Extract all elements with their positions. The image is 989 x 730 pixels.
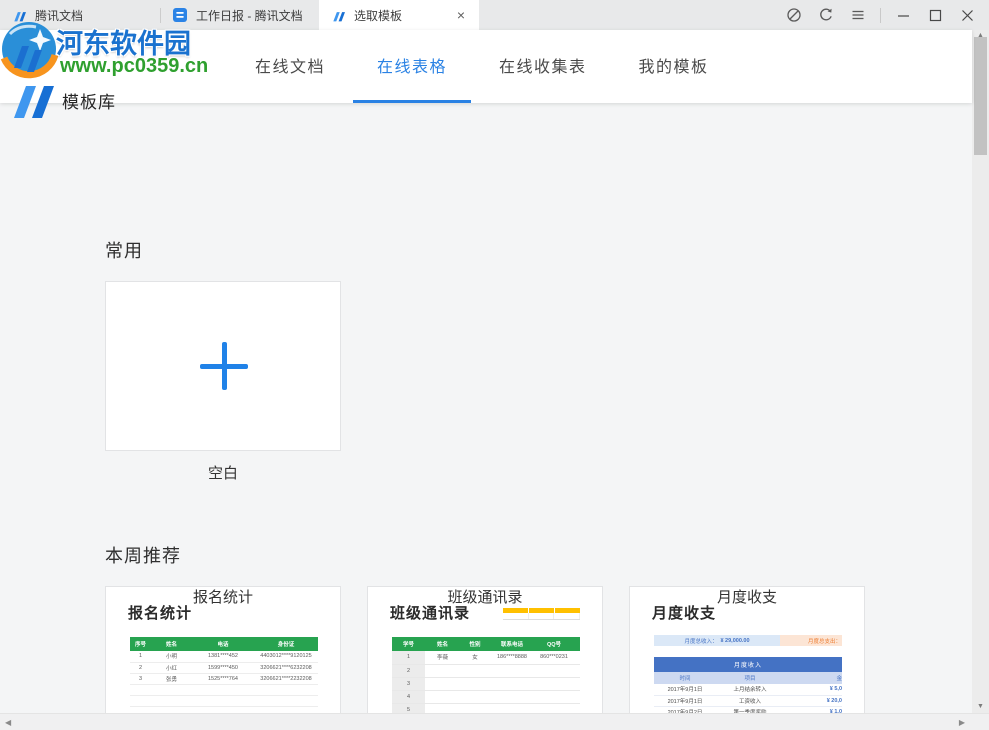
- budget-table-title: 月度收入: [654, 657, 842, 672]
- maximize-button[interactable]: [919, 0, 951, 30]
- page-title: 模板库: [62, 88, 116, 113]
- tab-work-daily[interactable]: 工作日报 - 腾讯文档: [161, 0, 319, 30]
- tab-close-icon[interactable]: ×: [455, 8, 467, 22]
- vertical-scrollbar-thumb[interactable]: [974, 37, 987, 155]
- tab-tencent-docs[interactable]: 腾讯文档: [0, 0, 160, 30]
- template-caption-registration: 报名统计: [105, 586, 341, 607]
- nav-my-templates[interactable]: 我的模板: [615, 30, 733, 103]
- nav-online-sheets[interactable]: 在线表格: [353, 30, 471, 103]
- controls-separator: [880, 8, 881, 23]
- tab-label: 腾讯文档: [35, 7, 83, 24]
- document-icon: [173, 8, 187, 22]
- tab-select-template-active[interactable]: 选取模板 ×: [319, 0, 479, 30]
- template-type-nav: 在线文档 在线表格 在线收集表 我的模板: [231, 30, 733, 103]
- window-controls: [778, 0, 983, 30]
- mini-summary-table: [503, 608, 580, 621]
- plus-icon: [200, 342, 248, 390]
- template-gallery-content: 常用 空白 本周推荐 报名统计 序号姓名电话身份证 1小明1381****452…: [0, 103, 972, 713]
- refresh-icon[interactable]: [810, 0, 842, 30]
- tab-label: 选取模板: [354, 7, 402, 24]
- tencent-docs-logo-icon: [12, 8, 26, 22]
- stop-icon[interactable]: [778, 0, 810, 30]
- section-heading-weekly: 本周推荐: [105, 542, 181, 568]
- template-gallery-header: 模板库 在线文档 在线表格 在线收集表 我的模板: [0, 30, 972, 103]
- horizontal-scrollbar[interactable]: ◀ ▶: [0, 713, 989, 730]
- close-button[interactable]: [951, 0, 983, 30]
- blank-template-card[interactable]: [105, 281, 341, 451]
- expense-total: 月度总支出：: [780, 635, 842, 646]
- scroll-down-icon[interactable]: ▼: [972, 703, 989, 710]
- nav-online-forms[interactable]: 在线收集表: [475, 30, 611, 103]
- budget-summary-strip: 月度总收入：¥ 29,000.00 月度总支出：: [654, 635, 842, 646]
- blank-template-caption: 空白: [105, 462, 341, 483]
- tencent-docs-logo-icon: [6, 72, 54, 125]
- template-caption-contacts: 班级通讯录: [367, 586, 603, 607]
- income-total: 月度总收入：¥ 29,000.00: [654, 635, 780, 646]
- minimize-button[interactable]: [887, 0, 919, 30]
- section-heading-common: 常用: [105, 237, 143, 263]
- tab-label: 工作日报 - 腾讯文档: [196, 7, 303, 24]
- template-caption-budget: 月度收支: [629, 586, 865, 607]
- vertical-scrollbar[interactable]: ▲ ▼: [972, 30, 989, 713]
- template-card-budget[interactable]: 月度收支 月度总收入：¥ 29,000.00 月度总支出： 月度收入 时间项目金…: [629, 586, 865, 730]
- nav-online-docs[interactable]: 在线文档: [231, 30, 349, 103]
- tencent-docs-logo-icon: [331, 8, 345, 22]
- scroll-right-icon[interactable]: ▶: [959, 718, 965, 727]
- menu-icon[interactable]: [842, 0, 874, 30]
- window-tab-bar: 腾讯文档 工作日报 - 腾讯文档 选取模板 ×: [0, 0, 989, 30]
- template-card-registration[interactable]: 报名统计 序号姓名电话身份证 1小明1381****4524403012****…: [105, 586, 341, 730]
- template-card-contacts[interactable]: 班级通讯录 学号姓名性别联系电话QQ号 1李薇女186****8888860**…: [367, 586, 603, 730]
- scroll-left-icon[interactable]: ◀: [5, 718, 11, 727]
